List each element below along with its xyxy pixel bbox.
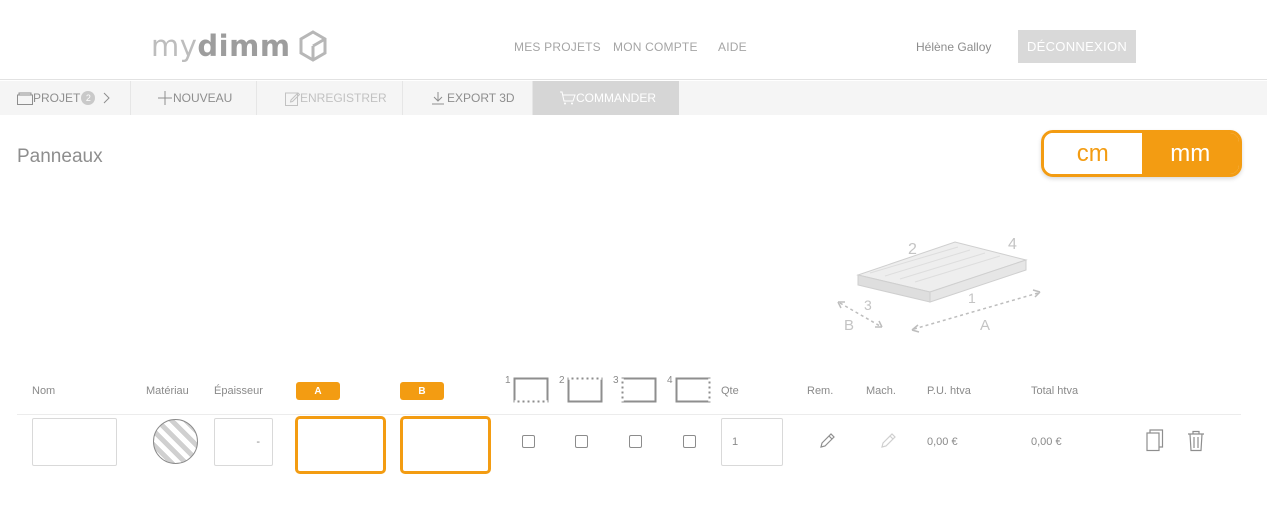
enregistrer-label: ENREGISTRER [300,91,387,105]
edge-4-icon [675,377,711,403]
nav-aide[interactable]: AIDE [718,40,747,54]
edge-label-1: 1 [968,290,976,306]
unit-option-mm[interactable]: mm [1141,133,1239,174]
plus-icon [158,91,172,105]
logo[interactable]: mydimm [151,27,327,65]
cube-logo-icon [299,30,327,62]
col-header-dim-a: A [296,382,340,400]
col-header-dim-b: B [400,382,444,400]
pencil-icon[interactable] [818,432,836,450]
qte-input[interactable] [721,418,783,466]
edge-3-icon [621,377,657,403]
app-header: mydimm MES PROJETS MON COMPTE AIDE Hélèn… [0,0,1267,80]
projet-label: PROJET [33,91,81,105]
commander-button[interactable]: COMMANDER [533,81,679,115]
edge-2-checkbox[interactable] [575,435,588,448]
logout-button[interactable]: DÉCONNEXION [1018,30,1136,63]
nouveau-label: NOUVEAU [173,91,233,105]
material-swatch[interactable] [153,419,198,464]
edge-4-checkbox[interactable] [683,435,696,448]
chevron-right-icon [103,92,111,104]
col-header-total: Total htva [1031,385,1079,397]
panel-diagram-icon: 2 4 3 1 B A [837,236,1041,334]
nouveau-button[interactable]: NOUVEAU [131,81,257,115]
edge-label-2: 2 [908,241,917,258]
dim-a-input[interactable] [295,416,386,474]
download-icon [432,92,444,105]
folder-icon [17,92,33,105]
commander-label: COMMANDER [576,91,656,105]
col-header-rem: Rem. [807,385,834,397]
edit-document-icon [285,91,300,106]
dim-b-input[interactable] [400,416,491,474]
duplicate-icon[interactable] [1146,429,1164,452]
trash-icon[interactable] [1187,430,1205,452]
enregistrer-button[interactable]: ENREGISTRER [257,81,403,115]
user-name: Hélène Galloy [916,40,992,54]
edge-label-3: 3 [864,297,872,313]
cart-icon [560,91,576,105]
col-header-pu: P.U. htva [927,385,971,397]
nom-input[interactable] [32,418,117,466]
unit-toggle: cm mm [1041,130,1242,177]
logo-text: mydimm [151,29,291,63]
col-header-epaisseur: Épaisseur [214,385,263,397]
edge-1-icon [513,377,549,403]
dim-label-b: B [844,317,854,334]
export-3d-label: EXPORT 3D [447,91,515,105]
total-price: 0,00 € [1031,436,1062,448]
edge-label-4: 4 [1008,236,1017,253]
projet-count-badge: 2 [81,91,96,105]
dim-label-a: A [980,317,990,334]
page-title: Panneaux [17,146,103,167]
col-header-mach: Mach. [866,385,896,397]
machining-pencil-icon[interactable] [879,432,897,450]
toolbar: PROJET 2 NOUVEAU ENREGISTRER EXPORT 3D C… [0,81,1267,115]
epaisseur-input[interactable] [214,418,273,466]
edge-2-icon [567,377,603,403]
projet-menu[interactable]: PROJET 2 [0,81,131,115]
col-header-materiau: Matériau [146,385,189,397]
row-divider [17,414,1241,415]
col-header-nom: Nom [32,385,56,397]
col-header-qte: Qte [721,385,739,397]
unit-price: 0,00 € [927,436,958,448]
export-3d-button[interactable]: EXPORT 3D [403,81,533,115]
edge-1-checkbox[interactable] [522,435,535,448]
unit-option-cm[interactable]: cm [1044,133,1142,174]
edge-3-checkbox[interactable] [629,435,642,448]
nav-mes-projets[interactable]: MES PROJETS [514,40,601,54]
nav-mon-compte[interactable]: MON COMPTE [613,40,698,54]
